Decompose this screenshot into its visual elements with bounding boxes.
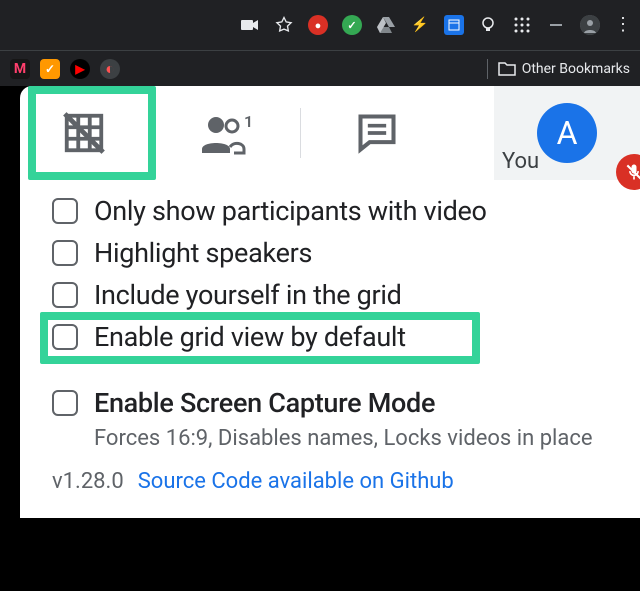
option-enable-default[interactable]: Enable grid view by default [52, 316, 608, 358]
other-bookmarks-button[interactable]: Other Bookmarks [498, 61, 630, 77]
panel-footer: v1.28.0 Source Code available on Github [20, 451, 640, 518]
camera-icon[interactable] [240, 15, 260, 35]
version-label: v1.28.0 [52, 469, 124, 494]
bookmark-icon-dark[interactable]: ◐ [100, 59, 120, 79]
option-label: Highlight speakers [94, 237, 312, 269]
bulb-icon[interactable] [478, 15, 498, 35]
drive-icon[interactable] [376, 15, 396, 35]
avatar-initial: A [557, 114, 578, 152]
avatar: A [537, 103, 597, 163]
checkbox[interactable] [52, 198, 78, 224]
chat-icon [355, 111, 399, 155]
meet-settings-panel: 1 A You [20, 86, 640, 518]
option-label: Only show participants with video [94, 195, 487, 227]
ext-icon-blue[interactable] [444, 15, 464, 35]
option-label: Enable grid view by default [94, 321, 406, 353]
bookmarks-divider [487, 59, 488, 79]
ext-icon-green[interactable]: ✓ [342, 15, 362, 35]
option-include-self[interactable]: Include yourself in the grid [52, 274, 608, 316]
ext-icon-yellow[interactable]: ⚡ [410, 15, 430, 35]
option-label: Include yourself in the grid [94, 279, 402, 311]
grid-apps-icon[interactable] [512, 15, 532, 35]
people-icon: 1 [194, 111, 254, 155]
checkbox[interactable] [52, 282, 78, 308]
option-only-video[interactable]: Only show participants with video [52, 190, 608, 232]
tab-grid-view[interactable] [20, 86, 148, 180]
other-bookmarks-label: Other Bookmarks [522, 61, 630, 77]
checkbox[interactable] [52, 240, 78, 266]
bookmark-icon-orange[interactable]: ✓ [40, 59, 60, 79]
option-screen-capture[interactable]: Enable Screen Capture Mode [52, 382, 608, 424]
meet-tabbar: 1 A You [20, 86, 640, 180]
checkbox[interactable] [52, 390, 78, 416]
profile-avatar-icon[interactable] [580, 15, 600, 35]
option-highlight-speakers[interactable]: Highlight speakers [52, 232, 608, 274]
self-tile-label: You [502, 149, 539, 174]
grid-off-icon [61, 110, 107, 156]
tab-people[interactable]: 1 [148, 86, 300, 180]
tab-chat[interactable] [301, 86, 453, 180]
option-label: Enable Screen Capture Mode [94, 387, 435, 419]
bookmark-icon-m[interactable]: M [10, 59, 30, 79]
svg-text:1: 1 [244, 112, 253, 131]
options-list: Only show participants with video Highli… [20, 180, 640, 451]
star-icon[interactable] [274, 15, 294, 35]
source-link[interactable]: Source Code available on Github [138, 469, 454, 494]
chrome-toolbar: ● ✓ ⚡ ⋮ [0, 0, 640, 50]
ext-icon-dash[interactable] [546, 15, 566, 35]
chrome-bookmarks-bar: M ✓ ▶ ◐ Other Bookmarks [0, 50, 640, 86]
bookmark-icon-yt[interactable]: ▶ [70, 59, 90, 79]
folder-icon [498, 61, 516, 77]
checkbox[interactable] [52, 324, 78, 350]
option-subtext: Forces 16:9, Disables names, Locks video… [94, 426, 608, 451]
self-video-tile[interactable]: A You [494, 86, 640, 180]
kebab-menu-icon[interactable]: ⋮ [614, 16, 632, 34]
ext-icon-red[interactable]: ● [308, 15, 328, 35]
